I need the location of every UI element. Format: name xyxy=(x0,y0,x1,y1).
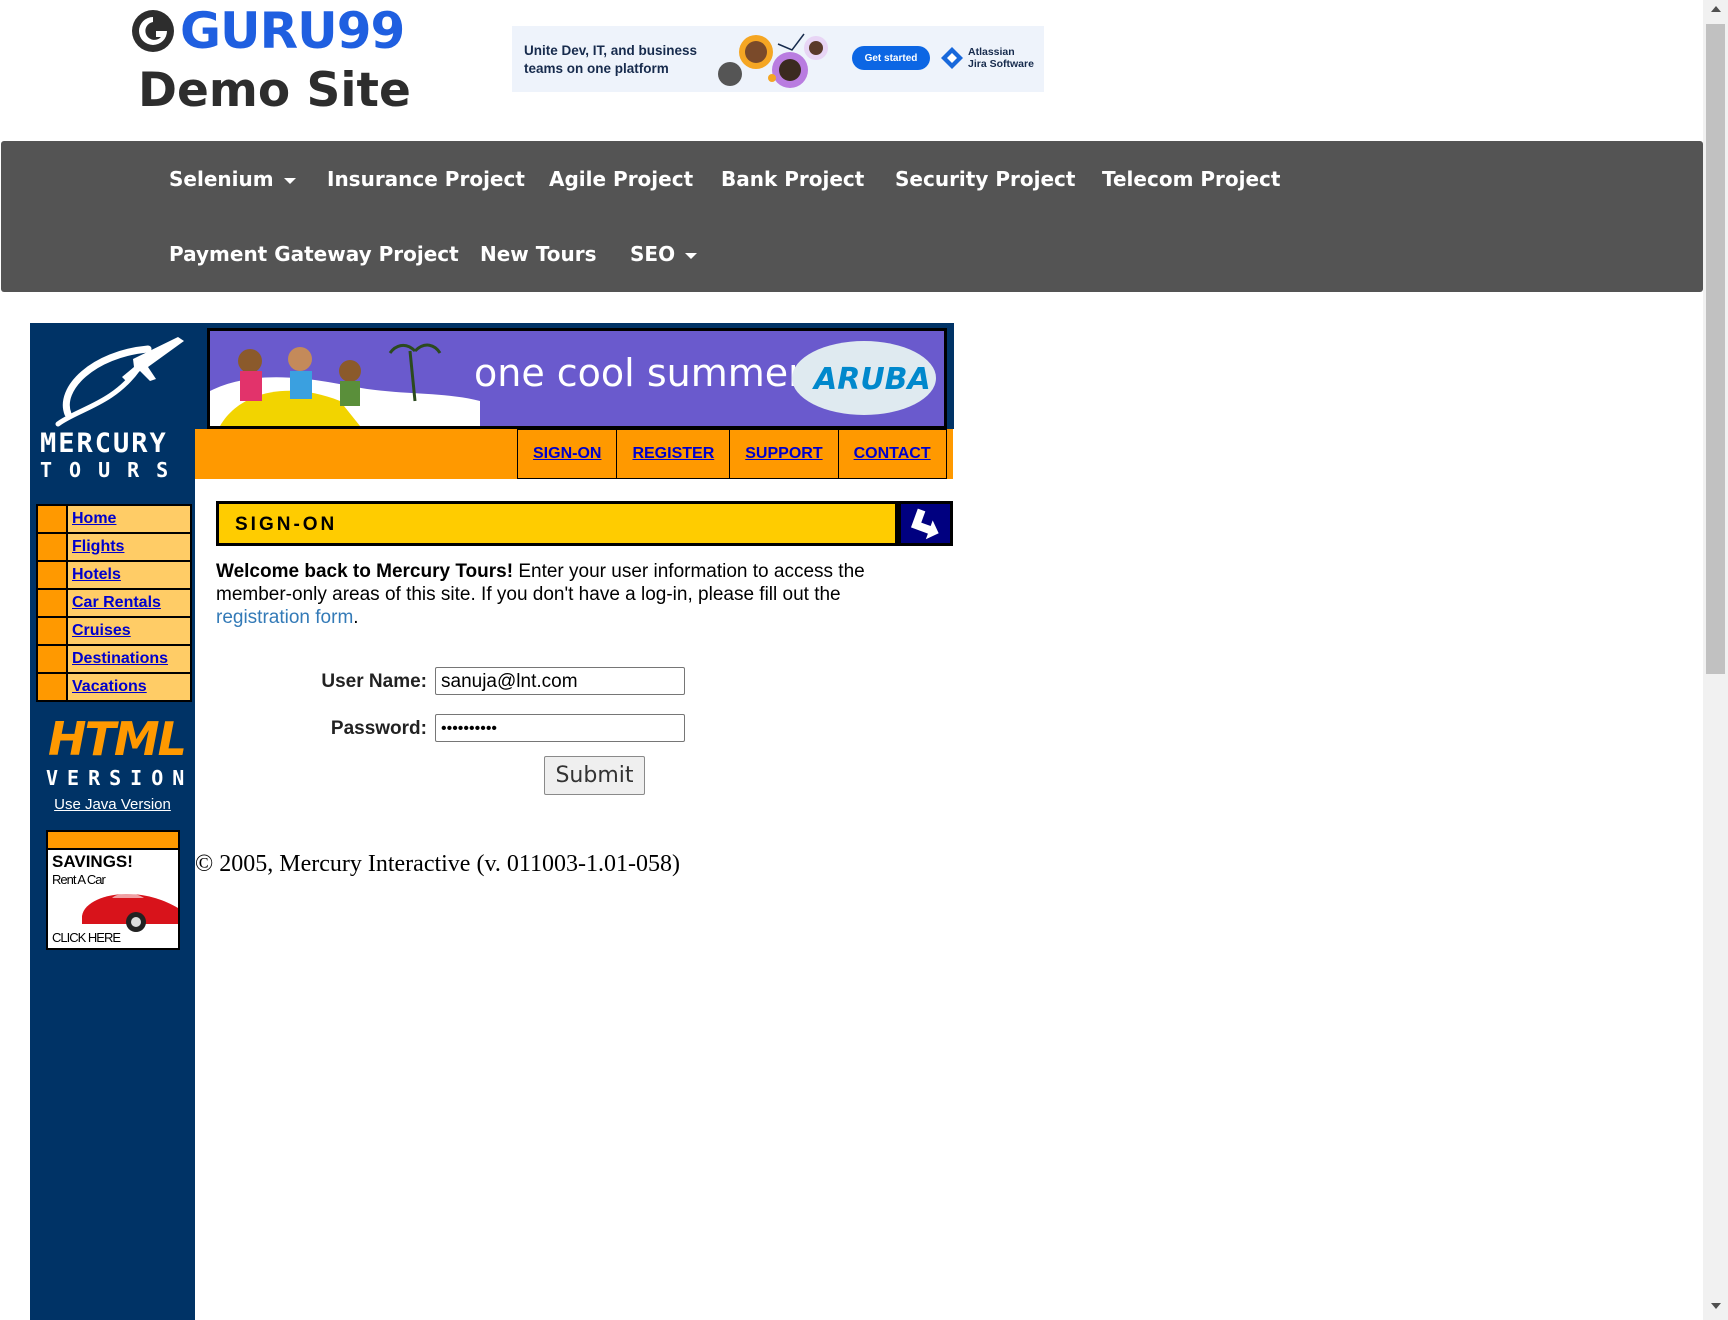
side-menu-item-vacations[interactable]: Vacations xyxy=(38,674,190,700)
savings-cta: CLICK HERE xyxy=(52,930,121,945)
nav-new-tours[interactable]: New Tours xyxy=(480,239,596,269)
top-links-bar: SIGN-ON REGISTER SUPPORT CONTACT xyxy=(195,429,953,479)
side-menu-link[interactable]: Hotels xyxy=(68,562,190,588)
nav-insurance-project[interactable]: Insurance Project xyxy=(327,164,525,194)
main-nav: Selenium Insurance Project Agile Project… xyxy=(1,141,1703,292)
welcome-bold: Welcome back to Mercury Tours! xyxy=(216,561,514,582)
ad-vendor-line2: Jira Software xyxy=(968,58,1034,70)
aruba-logo-text: ARUBA xyxy=(814,362,931,397)
return-arrow-icon xyxy=(901,504,950,543)
copyright-text: © 2005, Mercury Interactive (v. 011003-1… xyxy=(195,851,680,877)
mercury-logo-line1: MERCURY xyxy=(40,428,168,459)
guru99-mark-icon xyxy=(132,10,174,52)
ad-banner[interactable]: Unite Dev, IT, and business teams on one… xyxy=(512,26,1044,92)
side-menu-link[interactable]: Flights xyxy=(68,534,190,560)
password-input[interactable]: •••••••••• xyxy=(435,714,685,742)
side-menu-item-home[interactable]: Home xyxy=(38,506,190,534)
side-menu-item-cruises[interactable]: Cruises xyxy=(38,618,190,646)
ad-vendor: Atlassian Jira Software xyxy=(968,46,1034,70)
savings-bar xyxy=(48,832,178,850)
ad-text: Unite Dev, IT, and business teams on one… xyxy=(524,43,698,76)
rent-a-car-ad[interactable]: SAVINGS! Rent A Car CLICK HERE xyxy=(46,830,180,950)
submit-button[interactable]: Submit xyxy=(544,756,645,795)
welcome-message: Welcome back to Mercury Tours! Enter you… xyxy=(216,560,916,629)
aruba-banner[interactable]: one cool summer ARUBA xyxy=(207,328,947,429)
scroll-up-arrow-icon[interactable] xyxy=(1711,6,1721,12)
aruba-logo: ARUBA xyxy=(792,341,936,415)
menu-bullet xyxy=(38,534,68,560)
top-link-contact[interactable]: CONTACT xyxy=(839,430,947,478)
nav-seo[interactable]: SEO xyxy=(630,239,698,269)
signon-heading-bg: SIGN-ON xyxy=(219,504,895,543)
nav-selenium[interactable]: Selenium xyxy=(169,164,296,194)
brand-name: GURU99 xyxy=(180,2,405,60)
vertical-scrollbar[interactable] xyxy=(1703,0,1728,1320)
ad-vendor-line1: Atlassian xyxy=(968,46,1015,58)
side-menu: Home Flights Hotels Car Rentals Cruises … xyxy=(36,504,192,702)
welcome-end: . xyxy=(353,607,359,628)
menu-bullet xyxy=(38,590,68,616)
side-menu-link[interactable]: Car Rentals xyxy=(68,590,190,616)
top-link-register[interactable]: REGISTER xyxy=(617,430,731,478)
signon-heading: SIGN-ON xyxy=(235,514,338,535)
savings-title: SAVINGS! xyxy=(52,852,133,871)
jira-icon xyxy=(941,47,963,69)
menu-bullet xyxy=(38,562,68,588)
caret-down-icon xyxy=(685,252,698,259)
side-menu-link[interactable]: Home xyxy=(68,506,190,532)
registration-form-link[interactable]: registration form xyxy=(216,607,353,628)
signon-heading-bar: SIGN-ON xyxy=(216,501,953,546)
html-version-subtitle: VERSION xyxy=(46,766,194,790)
use-java-version-link[interactable]: Use Java Version xyxy=(30,796,195,813)
username-label: User Name: xyxy=(321,671,427,692)
banner-photo xyxy=(210,331,480,426)
html-version-title: HTML xyxy=(48,712,187,766)
nav-security-project[interactable]: Security Project xyxy=(895,164,1075,194)
nav-agile-project[interactable]: Agile Project xyxy=(549,164,693,194)
caret-down-icon xyxy=(283,177,296,184)
scrollbar-thumb[interactable] xyxy=(1706,24,1725,674)
mercury-logo-line2: TOURS xyxy=(40,458,186,482)
side-menu-link[interactable]: Destinations xyxy=(68,646,190,672)
side-menu-item-destinations[interactable]: Destinations xyxy=(38,646,190,674)
red-car-icon xyxy=(82,893,178,932)
get-started-button[interactable]: Get started xyxy=(852,46,930,70)
menu-bullet xyxy=(38,674,68,700)
scroll-down-arrow-icon[interactable] xyxy=(1711,1303,1721,1309)
side-menu-link[interactable]: Cruises xyxy=(68,618,190,644)
menu-bullet xyxy=(38,618,68,644)
mercury-logo-text: MERCURY TOURS xyxy=(40,428,190,482)
nav-seo-label: SEO xyxy=(630,242,676,266)
banner-text: one cool summer xyxy=(474,351,804,395)
top-links: SIGN-ON REGISTER SUPPORT CONTACT xyxy=(517,429,947,479)
site-subtitle: Demo Site xyxy=(138,63,411,118)
password-label: Password: xyxy=(330,718,427,739)
side-menu-item-hotels[interactable]: Hotels xyxy=(38,562,190,590)
menu-bullet xyxy=(38,506,68,532)
guru99-logo[interactable]: GURU99 Demo Site xyxy=(130,6,411,116)
nav-selenium-label: Selenium xyxy=(169,167,274,191)
nav-payment-gateway-project[interactable]: Payment Gateway Project xyxy=(169,239,459,269)
mercury-sidebar: MERCURY TOURS xyxy=(30,323,195,1320)
top-link-support[interactable]: SUPPORT xyxy=(730,430,839,478)
menu-bullet xyxy=(38,646,68,672)
side-menu-link[interactable]: Vacations xyxy=(68,674,190,700)
side-menu-item-flights[interactable]: Flights xyxy=(38,534,190,562)
username-input[interactable]: sanuja@lnt.com xyxy=(435,667,685,695)
ad-people-illustration xyxy=(718,33,828,88)
html-version-badge: HTML VERSION xyxy=(46,712,187,790)
top-link-sign-on[interactable]: SIGN-ON xyxy=(518,430,618,478)
side-menu-item-car-rentals[interactable]: Car Rentals xyxy=(38,590,190,618)
nav-bank-project[interactable]: Bank Project xyxy=(721,164,864,194)
nav-telecom-project[interactable]: Telecom Project xyxy=(1102,164,1280,194)
